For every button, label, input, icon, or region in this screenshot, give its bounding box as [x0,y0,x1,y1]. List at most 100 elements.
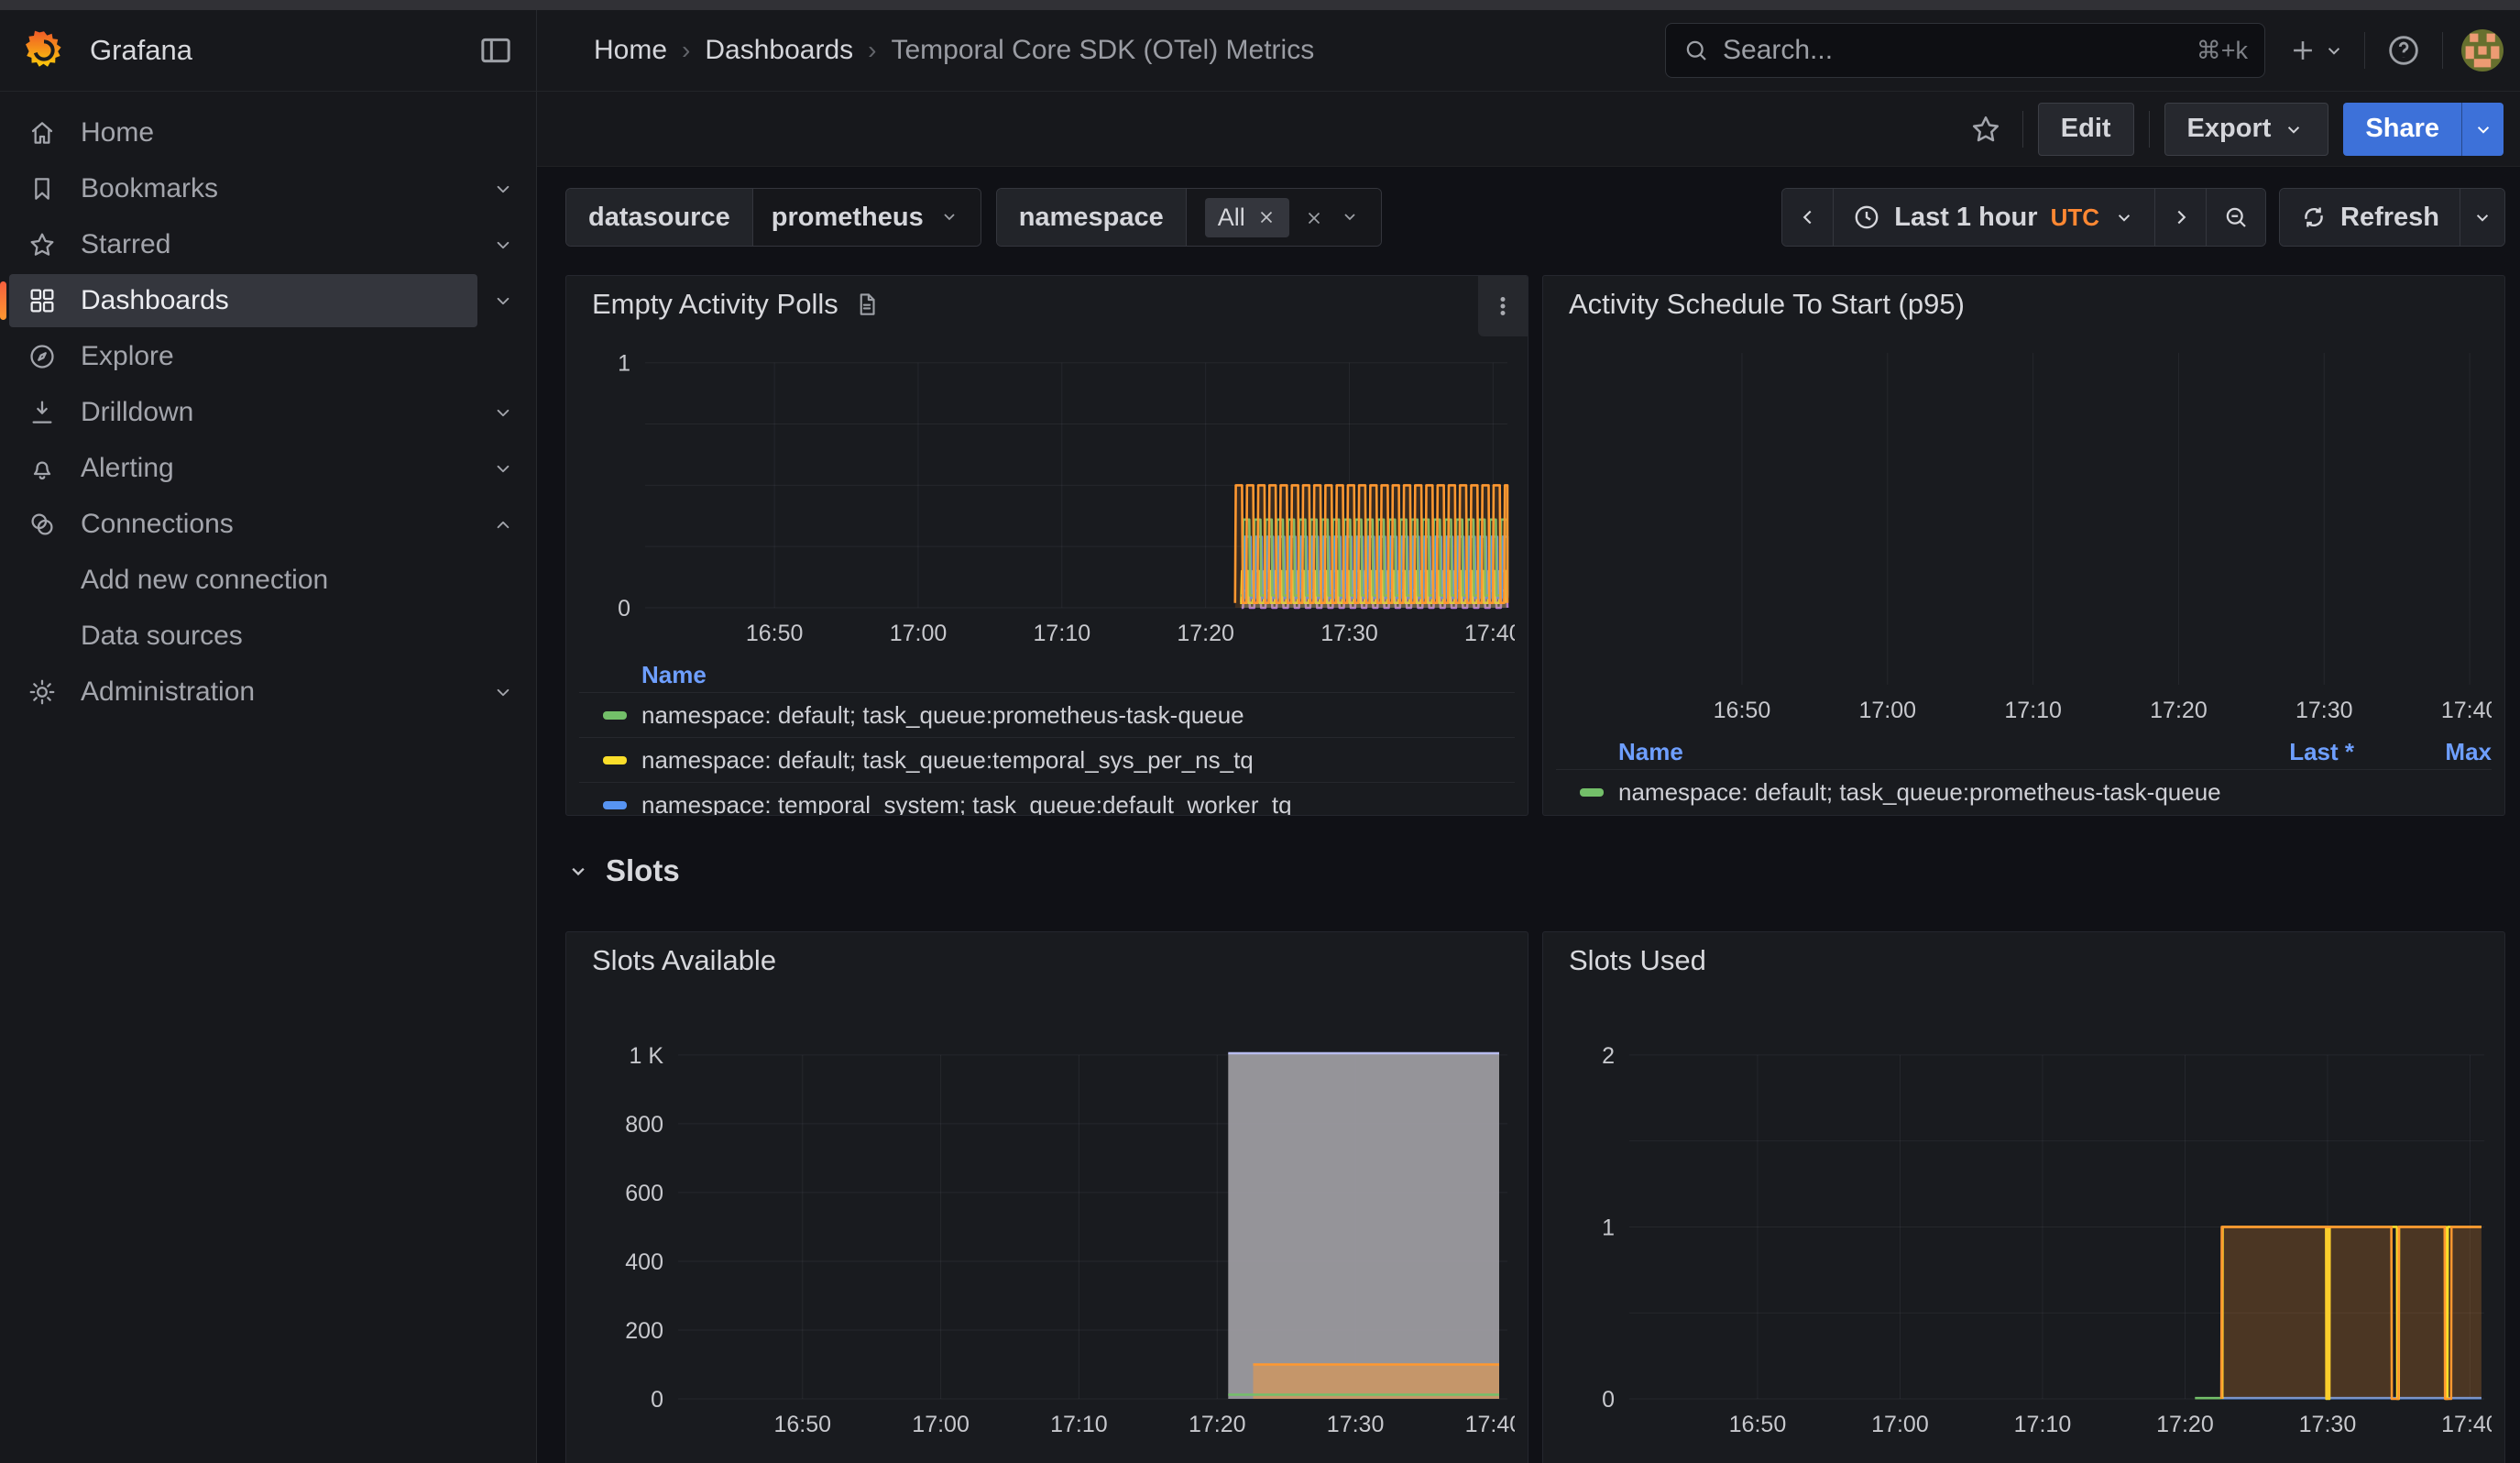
sidebar-item-explore[interactable]: Explore [9,330,477,383]
chevron-down-icon[interactable] [477,275,529,326]
share-button[interactable]: Share [2343,103,2461,156]
legend-row[interactable]: namespace: default; task_queue:temporal_… [579,737,1515,782]
series-color-marker [603,711,627,720]
help-icon[interactable] [2383,30,2424,71]
sidebar-item-connections[interactable]: Connections [9,498,477,551]
section-slots[interactable]: Slots [565,839,2505,903]
legend-column-name[interactable]: Name [641,1458,707,1463]
panel-header[interactable]: Slots Used [1556,932,2492,989]
svg-text:17:00: 17:00 [1871,1412,1929,1437]
datasource-value[interactable]: prometheus [753,189,981,246]
chevron-up-icon[interactable] [477,499,529,550]
new-item-button[interactable] [2287,35,2346,66]
legend-column-name[interactable]: Name [1618,1458,1683,1463]
refresh-group: Refresh [2279,188,2505,247]
chevron-down-icon [2112,205,2136,229]
refresh-button[interactable]: Refresh [2280,189,2460,246]
sidebar-item-label: Explore [81,341,174,372]
app-body: HomeBookmarksStarred Dashboards Explore Dri… [0,92,2520,1463]
share-menu-button[interactable] [2461,103,2504,156]
chevron-down-icon[interactable] [477,387,529,438]
favorite-star-icon[interactable] [1964,107,2008,151]
sidebar-item-starred[interactable]: Starred [9,218,477,271]
panel-header[interactable]: Activity Schedule To Start (p95) [1556,276,2492,333]
sidebar-item-dashboards[interactable]: Dashboards [9,274,477,327]
series-name[interactable]: namespace: default; task_queue:prometheu… [1618,778,2221,807]
sidebar-item-drilldown[interactable]: Drilldown [9,386,477,439]
namespace-value[interactable]: All [1187,189,1381,246]
legend-column-last[interactable]: Last * [2354,1458,2492,1463]
series-name[interactable]: namespace: temporal_system; task_queue:d… [641,791,1292,817]
header-left: Grafana [0,10,537,91]
time-series-chart[interactable]: 02004006008001 K16:5017:0017:1017:2017:3… [579,989,1515,1452]
edit-button[interactable]: Edit [2038,103,2134,156]
namespace-chip[interactable]: All [1205,198,1289,237]
sidebar-toggle-icon[interactable] [474,28,518,72]
main-area: Edit Export Share [537,92,2520,1463]
series-color-marker [1580,788,1604,797]
sidebar-item-add-new-connection[interactable]: Add new connection [9,554,477,607]
sidebar-item-data-sources[interactable]: Data sources [9,610,477,663]
legend-row[interactable]: namespace: default; task_queue:prometheu… [1556,769,2492,814]
panel-description-icon[interactable] [853,291,881,318]
series-name[interactable]: namespace: default; task_queue:temporal_… [641,746,1254,775]
user-avatar[interactable] [2461,29,2504,72]
clear-all-icon[interactable] [1304,207,1324,227]
sidebar-item-alerting[interactable]: Alerting [9,442,477,495]
legend-row[interactable]: namespace: temporal_system; task_queue:d… [579,782,1515,816]
svg-text:17:20: 17:20 [1189,1412,1246,1437]
sidebar-item-administration[interactable]: Administration [9,666,477,719]
search-icon [1682,37,1710,64]
svg-text:17:10: 17:10 [2014,1412,2072,1437]
zoom-out-time-button[interactable] [2207,189,2265,246]
svg-text:17:40: 17:40 [2441,698,2492,723]
grafana-logo-icon[interactable] [22,28,66,72]
panel-header[interactable]: Slots Available [579,932,1515,989]
breadcrumb-dashboards[interactable]: Dashboards [705,35,853,66]
legend-column-last[interactable]: Last * [1377,1458,1515,1463]
time-shift-back-button[interactable] [1782,189,1834,246]
svg-text:16:50: 16:50 [773,1412,831,1437]
legend-columns-right: Last * [2354,1458,2492,1463]
breadcrumb-home[interactable]: Home [594,35,667,66]
link-icon [27,510,57,539]
dashboard-toolbar: Edit Export Share [537,92,2520,167]
search-input[interactable] [1723,35,2184,66]
legend-column-max[interactable]: Max [2354,738,2492,766]
window-top-strip [0,0,2520,10]
time-shift-forward-button[interactable] [2155,189,2207,246]
sidebar-item-bookmarks[interactable]: Bookmarks [9,162,477,215]
series-name[interactable]: namespace: default; task_queue:prometheu… [641,701,1244,730]
panel-header[interactable]: Empty Activity Polls [579,276,1515,333]
sidebar-item-home[interactable]: Home [9,106,477,160]
legend-row[interactable]: namespace: default; task_queue:prometheu… [579,692,1515,737]
panel-legend: NameLast *namespace: default; task_queue… [579,1454,1515,1463]
chevron-down-icon[interactable] [477,219,529,270]
panel-activity-schedule-to-start-p95-: Activity Schedule To Start (p95)16:5017:… [1542,275,2505,816]
time-series-chart[interactable]: 1016:5017:0017:1017:2017:3017:40 [579,333,1515,655]
chevron-down-icon [1339,205,1363,229]
chevron-down-icon[interactable] [477,163,529,214]
header-divider [2364,32,2365,69]
sidebar-item-label: Data sources [81,621,243,652]
svg-text:16:50: 16:50 [746,621,804,646]
search-shortcut: ⌘+k [2197,37,2248,65]
export-button[interactable]: Export [2164,103,2329,156]
chevron-down-icon[interactable] [477,443,529,494]
legend-column-last[interactable]: Last * [2171,738,2354,766]
svg-text:1: 1 [1602,1215,1615,1240]
panel-menu-icon[interactable] [1478,276,1528,336]
refresh-interval-button[interactable] [2460,189,2504,246]
time-series-chart[interactable]: 01216:5017:0017:1017:2017:3017:40 [1556,989,2492,1452]
search-box[interactable]: ⌘+k [1665,23,2265,78]
time-series-chart[interactable]: 16:5017:0017:1017:2017:3017:40 [1556,333,2492,732]
legend-columns-right: Last *Max [2171,738,2492,766]
sidebar-item-label: Dashboards [81,285,229,316]
legend-column-name[interactable]: Name [1618,738,1683,766]
chevron-down-icon[interactable] [477,666,529,718]
time-range-picker[interactable]: Last 1 hour UTC [1834,189,2155,246]
svg-text:1 K: 1 K [629,1043,663,1069]
svg-text:0: 0 [651,1387,663,1413]
chip-remove-icon[interactable] [1256,207,1276,227]
legend-column-name[interactable]: Name [641,661,707,689]
